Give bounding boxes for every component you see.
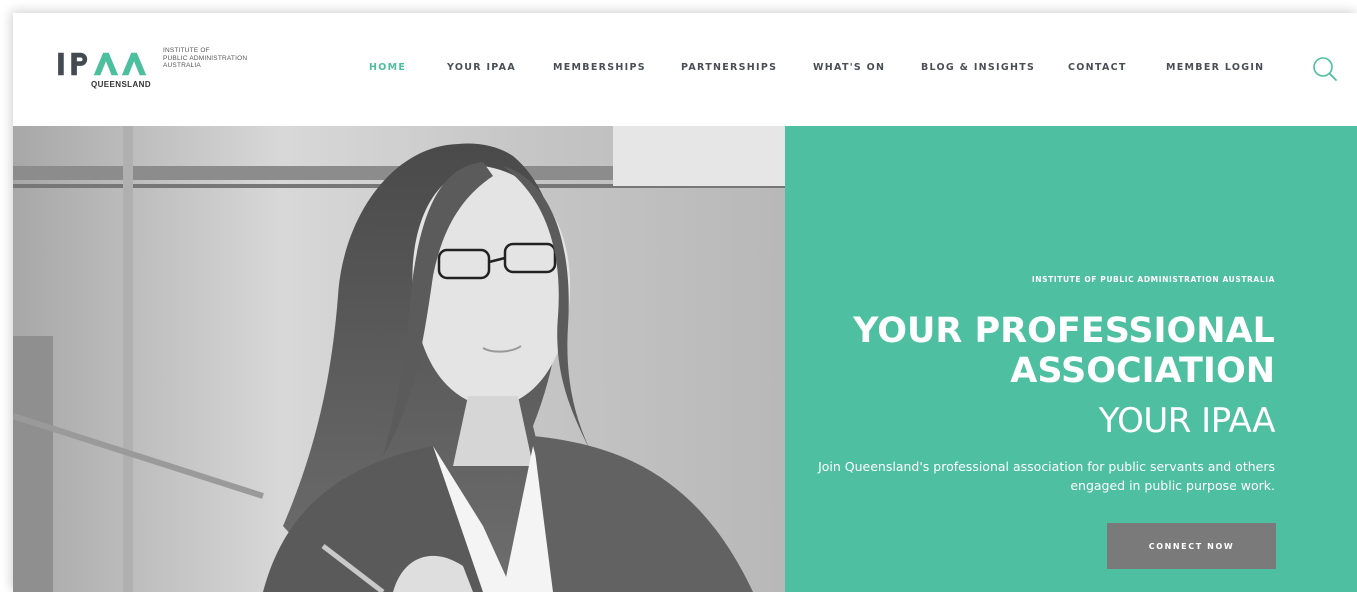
- logo-tagline-line1: INSTITUTE OF: [163, 47, 210, 54]
- hero-photo-woman: [13, 126, 785, 592]
- hero-section: INSTITUTE OF PUBLIC ADMINISTRATION AUSTR…: [13, 126, 1357, 592]
- hero-description: Join Queensland's professional associati…: [818, 459, 1275, 493]
- nav-item-memberships[interactable]: MEMBERSHIPS: [553, 62, 646, 73]
- nav-item-contact[interactable]: CONTACT: [1068, 62, 1127, 73]
- connect-now-button[interactable]: CONNECT NOW: [1107, 523, 1276, 569]
- site-logo[interactable]: QUEENSLAND INSTITUTE OF PUBLIC ADMINISTR…: [53, 47, 293, 91]
- nav-item-home[interactable]: HOME: [369, 62, 406, 73]
- logo-tagline: INSTITUTE OF PUBLIC ADMINISTRATION AUSTR…: [163, 47, 247, 70]
- hero-eyebrow: INSTITUTE OF PUBLIC ADMINISTRATION AUSTR…: [1031, 275, 1275, 284]
- page-frame: QUEENSLAND INSTITUTE OF PUBLIC ADMINISTR…: [13, 13, 1357, 592]
- ipaa-logo-mark: [58, 52, 147, 76]
- hero-headline-line1: YOUR PROFESSIONAL: [853, 311, 1275, 351]
- site-header: QUEENSLAND INSTITUTE OF PUBLIC ADMINISTR…: [13, 13, 1357, 126]
- nav-item-whats-on[interactable]: WHAT'S ON: [813, 62, 885, 73]
- hero-subhead: YOUR IPAA: [1098, 401, 1276, 441]
- hero-panel: INSTITUTE OF PUBLIC ADMINISTRATION AUSTR…: [785, 126, 1357, 592]
- search-icon[interactable]: [1311, 55, 1339, 83]
- logo-tagline-line3: AUSTRALIA: [163, 62, 201, 69]
- logo-queensland-text: QUEENSLAND: [91, 80, 152, 89]
- hero-headline-line2: ASSOCIATION: [1010, 351, 1275, 391]
- logo-tagline-line2: PUBLIC ADMINISTRATION: [163, 54, 248, 62]
- nav-item-your-ipaa[interactable]: YOUR IPAA: [447, 62, 516, 73]
- nav-item-member-login[interactable]: MEMBER LOGIN: [1166, 62, 1264, 73]
- hero-headline: YOUR PROFESSIONAL ASSOCIATION: [853, 311, 1275, 391]
- nav-item-partnerships[interactable]: PARTNERSHIPS: [681, 62, 777, 73]
- nav-item-blog-insights[interactable]: BLOG & INSIGHTS: [921, 62, 1035, 73]
